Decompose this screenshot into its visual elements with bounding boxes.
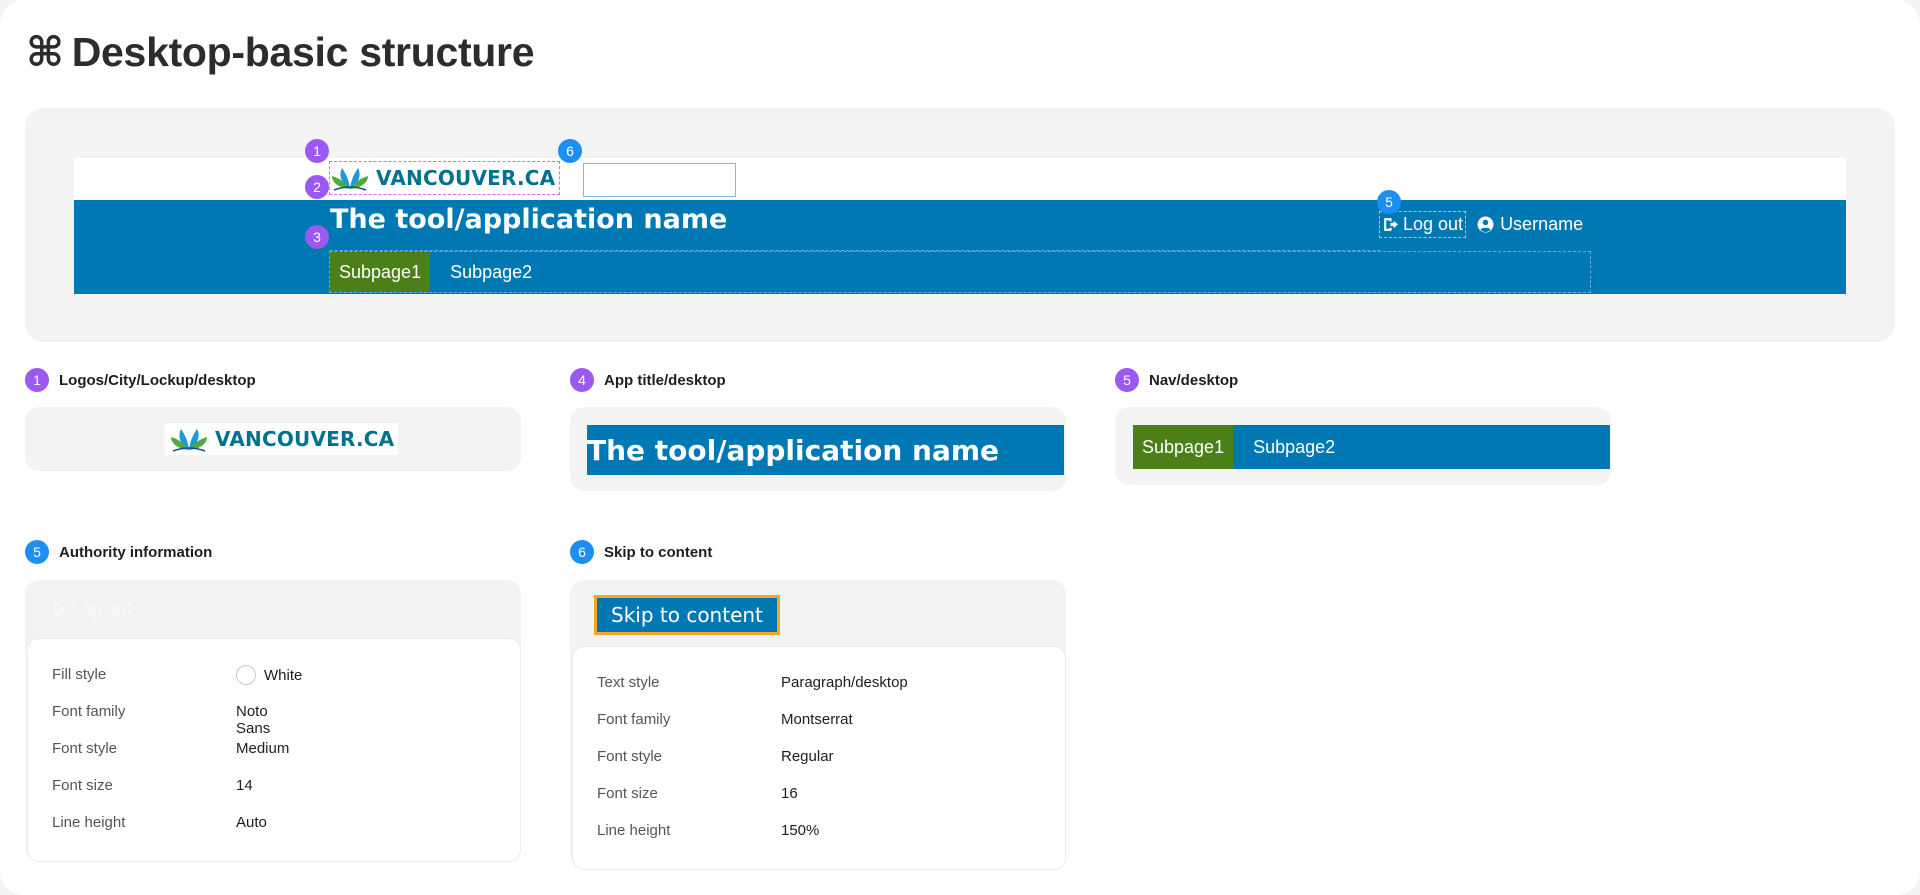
preview-app-title: The tool/application name <box>330 204 728 235</box>
username-display[interactable]: Username <box>1477 214 1583 235</box>
lotus-icon <box>171 429 207 452</box>
ghost-logout-link[interactable]: Log out <box>52 598 132 619</box>
nav-item-subpage1[interactable]: Subpage1 <box>330 252 431 292</box>
prop-row: Font size 16 <box>597 785 798 802</box>
section-badge: 5 <box>25 540 49 564</box>
preview-nav: Subpage1 Subpage2 <box>329 251 1591 293</box>
canvas-frame: ⌘ Desktop-basic structure VANCOUVER.CA Th… <box>0 0 1920 895</box>
prop-row: Font style Medium <box>52 740 290 757</box>
prop-row: Font family Noto Sans <box>52 703 271 737</box>
command-icon: ⌘ <box>26 29 64 75</box>
section-title-authority: 5 Authority information <box>25 540 212 564</box>
marker-badge: 2 <box>305 175 329 199</box>
section-badge: 5 <box>1115 368 1139 392</box>
marker-badge: 3 <box>305 225 329 249</box>
prop-row: Line height Auto <box>52 814 267 831</box>
marker-badge: 5 <box>1377 190 1401 214</box>
nav-sample: Subpage1 Subpage2 <box>1133 425 1610 469</box>
logo-wordmark: VANCOUVER.CA <box>376 166 556 190</box>
preview-authority: Log out Username <box>1378 211 1583 238</box>
page-title: ⌘ Desktop-basic structure <box>26 29 535 75</box>
user-circle-icon <box>1477 216 1494 233</box>
logo-wordmark: VANCOUVER.CA <box>215 427 395 451</box>
section-title-nav: 5 Nav/desktop <box>1115 368 1238 392</box>
logout-icon <box>54 602 67 615</box>
nav-item-subpage1[interactable]: Subpage1 <box>1133 425 1234 469</box>
marker-badge: 6 <box>558 139 582 163</box>
marker-badge: 1 <box>305 139 329 163</box>
nav-item-subpage2[interactable]: Subpage2 <box>430 252 541 292</box>
section-title-app-title: 4 App title/desktop <box>570 368 726 392</box>
logout-icon <box>1384 218 1398 231</box>
nav-item-subpage2[interactable]: Subpage2 <box>1233 425 1344 469</box>
section-title-logos: 1 Logos/City/Lockup/desktop <box>25 368 256 392</box>
prop-row: Line height 150% <box>597 822 820 839</box>
section-badge: 4 <box>570 368 594 392</box>
preview-city-logo[interactable]: VANCOUVER.CA <box>328 161 561 195</box>
white-swatch <box>236 665 256 685</box>
prop-row: Font style Regular <box>597 748 834 765</box>
section-badge: 1 <box>25 368 49 392</box>
preview-skip-link-slot[interactable] <box>583 163 736 197</box>
city-logo[interactable]: VANCOUVER.CA <box>165 423 399 455</box>
skip-to-content-button[interactable]: Skip to content <box>594 595 780 635</box>
prop-row: Fill style White <box>52 665 303 685</box>
lotus-icon <box>332 168 368 191</box>
app-title-bar: The tool/application name <box>587 425 1064 475</box>
section-title-skip: 6 Skip to content <box>570 540 712 564</box>
logout-link[interactable]: Log out <box>1378 211 1467 238</box>
section-badge: 6 <box>570 540 594 564</box>
prop-row: Font family Montserrat <box>597 711 853 728</box>
prop-row: Text style Paragraph/desktop <box>597 674 908 691</box>
prop-row: Font size 14 <box>52 777 253 794</box>
